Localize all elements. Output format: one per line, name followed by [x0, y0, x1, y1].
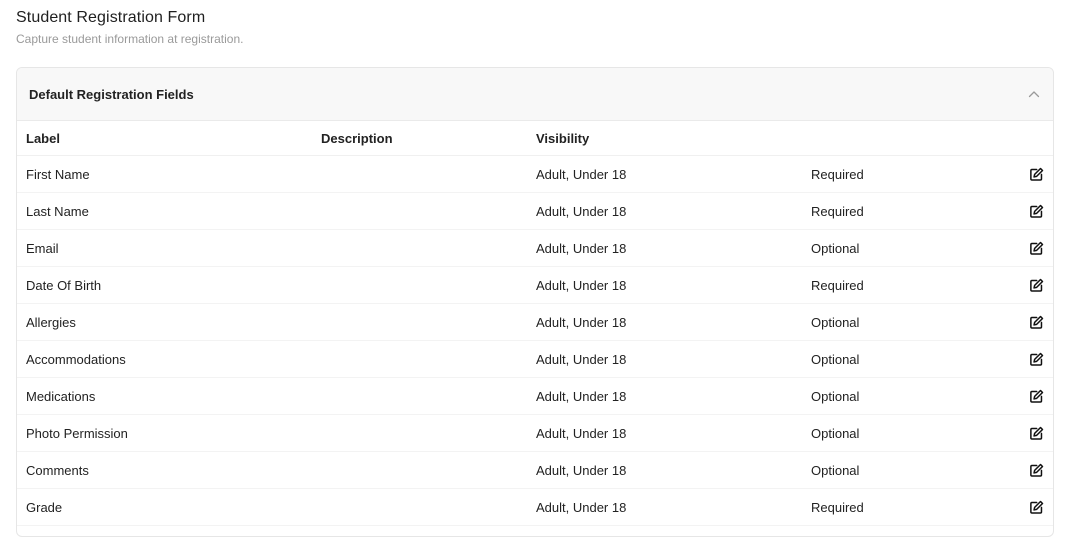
field-label: Accommodations	[26, 352, 126, 367]
field-label: Email	[26, 241, 59, 256]
table-row: Accommodations Adult, Under 18 Optional	[17, 341, 1053, 378]
field-visibility: Adult, Under 18	[536, 463, 627, 478]
header-description: Description	[321, 131, 393, 146]
field-visibility: Adult, Under 18	[536, 241, 627, 256]
field-label: Comments	[26, 463, 89, 478]
edit-icon[interactable]	[1029, 500, 1044, 515]
page-title: Student Registration Form	[16, 9, 206, 26]
field-visibility: Adult, Under 18	[536, 426, 627, 441]
table-row: Photo Permission Adult, Under 18 Optiona…	[17, 415, 1053, 452]
field-visibility: Adult, Under 18	[536, 204, 627, 219]
fields-table: Label Description Visibility First Name …	[17, 121, 1053, 526]
edit-icon[interactable]	[1029, 204, 1044, 219]
header-visibility: Visibility	[536, 131, 590, 146]
panel-title: Default Registration Fields	[29, 86, 194, 102]
edit-icon[interactable]	[1029, 463, 1044, 478]
field-requirement: Optional	[811, 463, 860, 478]
edit-icon[interactable]	[1029, 167, 1044, 182]
table-row: Allergies Adult, Under 18 Optional	[17, 304, 1053, 341]
field-visibility: Adult, Under 18	[536, 167, 627, 182]
panel-header-toggle[interactable]: Default Registration Fields	[17, 68, 1053, 121]
table-row: Grade Adult, Under 18 Required	[17, 489, 1053, 526]
field-visibility: Adult, Under 18	[536, 315, 627, 330]
table-row: First Name Adult, Under 18 Required	[17, 156, 1053, 193]
field-label: First Name	[26, 167, 90, 182]
table-header: Label Description Visibility	[17, 121, 1053, 156]
field-label: Photo Permission	[26, 426, 128, 441]
header-label: Label	[26, 131, 60, 146]
edit-icon[interactable]	[1029, 426, 1044, 441]
edit-icon[interactable]	[1029, 389, 1044, 404]
chevron-up-icon[interactable]	[1027, 87, 1041, 101]
field-requirement: Required	[811, 278, 864, 293]
table-row: Date Of Birth Adult, Under 18 Required	[17, 267, 1053, 304]
field-requirement: Optional	[811, 352, 860, 367]
registration-form-page: Student Registration Form Capture studen…	[0, 0, 1072, 545]
table-row: Last Name Adult, Under 18 Required	[17, 193, 1053, 230]
field-requirement: Optional	[811, 241, 860, 256]
field-label: Medications	[26, 389, 96, 404]
field-label: Grade	[26, 500, 63, 515]
field-requirement: Optional	[811, 315, 860, 330]
field-visibility: Adult, Under 18	[536, 352, 627, 367]
default-fields-panel: Default Registration Fields Label Descri…	[16, 67, 1054, 537]
edit-icon[interactable]	[1029, 352, 1044, 367]
page-subtitle: Capture student information at registrat…	[16, 32, 244, 46]
field-visibility: Adult, Under 18	[536, 500, 627, 515]
table-row: Medications Adult, Under 18 Optional	[17, 378, 1053, 415]
field-requirement: Required	[811, 500, 864, 515]
table-row: Comments Adult, Under 18 Optional	[17, 452, 1053, 489]
edit-icon[interactable]	[1029, 278, 1044, 293]
field-requirement: Required	[811, 204, 864, 219]
edit-icon[interactable]	[1029, 315, 1044, 330]
field-label: Date Of Birth	[26, 278, 102, 293]
table-body: First Name Adult, Under 18 Required Last…	[17, 156, 1053, 526]
edit-icon[interactable]	[1029, 241, 1044, 256]
field-label: Last Name	[26, 204, 89, 219]
field-visibility: Adult, Under 18	[536, 389, 627, 404]
field-requirement: Required	[811, 167, 864, 182]
table-row: Email Adult, Under 18 Optional	[17, 230, 1053, 267]
field-requirement: Optional	[811, 389, 860, 404]
field-requirement: Optional	[811, 426, 860, 441]
field-visibility: Adult, Under 18	[536, 278, 627, 293]
field-label: Allergies	[26, 315, 76, 330]
